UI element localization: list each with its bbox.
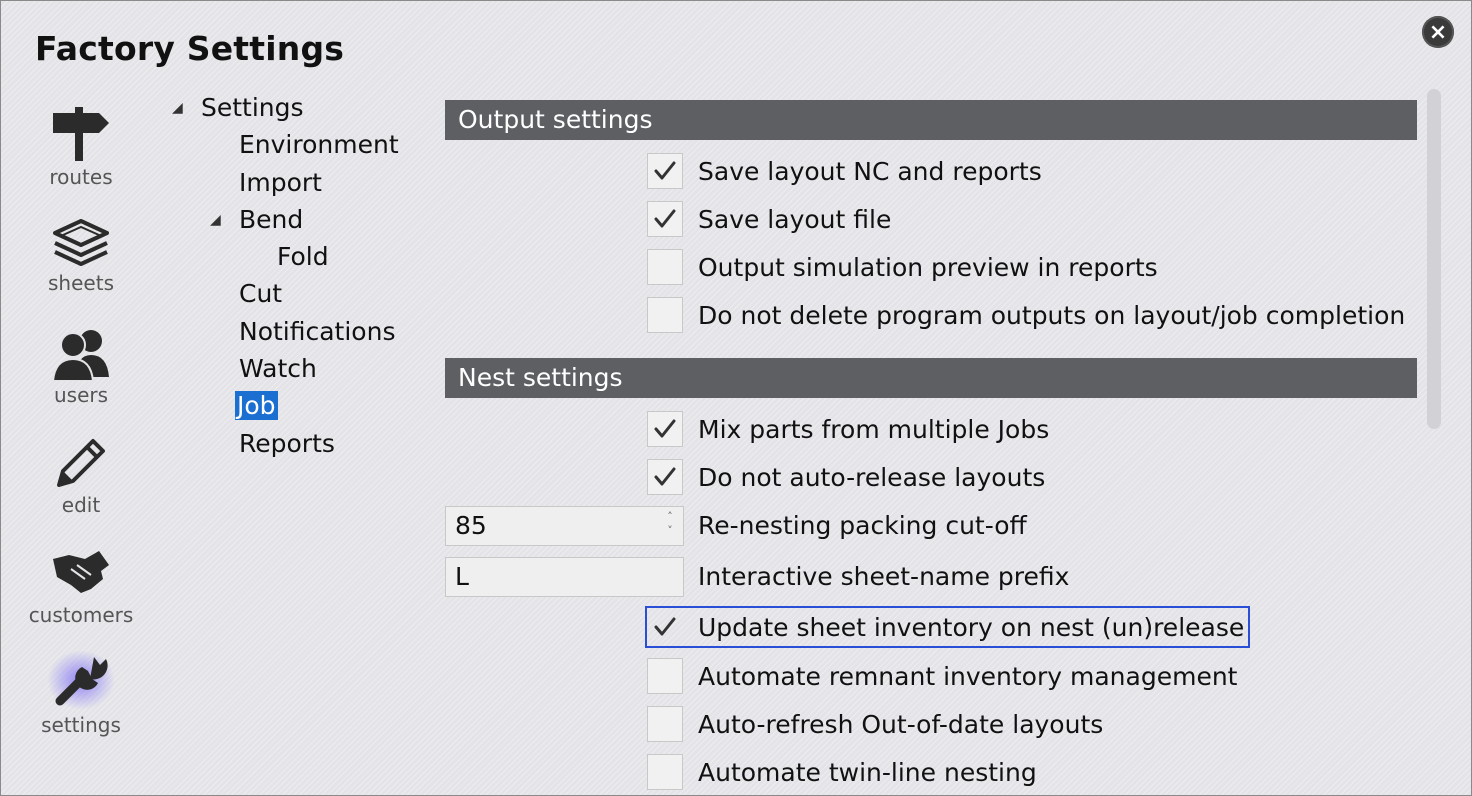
checkmark-icon (654, 209, 676, 228)
window-title: Factory Settings (35, 29, 345, 68)
option-update-sheet-inventory[interactable]: Update sheet inventory on nest (un)relea… (644, 606, 1251, 648)
spinner-arrows-icon[interactable]: ˄ ˅ (663, 510, 677, 538)
section-header-output: Output settings (445, 100, 1417, 140)
option-output-simulation-preview[interactable]: Output simulation preview in reports (647, 248, 1158, 286)
handshake-icon (53, 551, 109, 593)
nav-label-routes: routes (49, 165, 113, 189)
checkbox[interactable] (647, 201, 683, 237)
tree-item-notifications[interactable]: Notifications (239, 317, 395, 346)
checkmark-icon (654, 617, 676, 636)
option-do-not-delete-outputs[interactable]: Do not delete program outputs on layout/… (647, 296, 1405, 334)
tree-item-settings[interactable]: Settings (201, 93, 304, 122)
checkbox[interactable] (647, 411, 683, 447)
option-auto-refresh[interactable]: Auto-refresh Out-of-date layouts (647, 705, 1103, 743)
layers-icon (53, 219, 109, 266)
nav-routes[interactable]: routes (21, 105, 141, 189)
pencil-icon (57, 439, 105, 487)
nav-label-settings: settings (41, 713, 121, 737)
checkmark-icon (654, 419, 676, 438)
tree-item-fold[interactable]: Fold (277, 242, 329, 271)
checkbox[interactable] (647, 249, 683, 285)
tree-item-watch[interactable]: Watch (239, 354, 317, 383)
nav-label-sheets: sheets (48, 271, 114, 295)
nav-settings[interactable]: settings (21, 649, 141, 737)
checkbox[interactable] (647, 706, 683, 742)
checkbox[interactable] (647, 297, 683, 333)
option-twin-line-nesting[interactable]: Automate twin-line nesting (647, 753, 1037, 791)
option-no-auto-release[interactable]: Do not auto-release layouts (647, 458, 1045, 496)
vertical-scrollbar[interactable] (1427, 89, 1441, 429)
wrench-icon (47, 650, 115, 710)
nav-sheets[interactable]: sheets (21, 219, 141, 295)
factory-settings-window: Factory Settings × routes sheets users e… (0, 0, 1472, 796)
checkbox[interactable] (647, 459, 683, 495)
collapse-arrow-icon[interactable]: ◢ (210, 212, 221, 228)
section-header-nest: Nest settings (445, 358, 1417, 398)
close-icon: × (1428, 19, 1448, 45)
prefix-label: Interactive sheet-name prefix (698, 562, 1070, 591)
option-mix-parts[interactable]: Mix parts from multiple Jobs (647, 410, 1049, 448)
tree-item-environment[interactable]: Environment (239, 130, 399, 159)
nav-label-customers: customers (28, 603, 134, 627)
tree-item-job[interactable]: Job (235, 391, 278, 420)
checkbox[interactable] (647, 153, 683, 189)
checkbox[interactable] (647, 658, 683, 694)
nav-edit[interactable]: edit (21, 435, 141, 517)
option-automate-remnant[interactable]: Automate remnant inventory management (647, 657, 1237, 695)
nav-users[interactable]: users (21, 327, 141, 407)
option-save-layout-nc[interactable]: Save layout NC and reports (647, 152, 1042, 190)
tree-item-cut[interactable]: Cut (239, 279, 282, 308)
nav-customers[interactable]: customers (21, 545, 141, 627)
collapse-arrow-icon[interactable]: ◢ (172, 100, 183, 116)
nav-label-edit: edit (61, 493, 101, 517)
signpost-icon (53, 107, 109, 161)
tree-item-reports[interactable]: Reports (239, 429, 335, 458)
tree-item-bend[interactable]: Bend (239, 205, 303, 234)
tree-item-import[interactable]: Import (239, 168, 322, 197)
cutoff-number-input[interactable]: 85 ˄ ˅ (445, 506, 684, 546)
checkbox[interactable] (647, 609, 683, 645)
nav-label-users: users (53, 383, 109, 407)
prefix-text-input[interactable]: L (445, 557, 684, 597)
checkmark-icon (654, 161, 676, 180)
checkbox[interactable] (647, 754, 683, 790)
option-save-layout-file[interactable]: Save layout file (647, 200, 891, 238)
users-icon (51, 330, 109, 381)
checkmark-icon (654, 467, 676, 486)
cutoff-label: Re-nesting packing cut-off (698, 511, 1027, 540)
close-button[interactable]: × (1422, 16, 1454, 48)
